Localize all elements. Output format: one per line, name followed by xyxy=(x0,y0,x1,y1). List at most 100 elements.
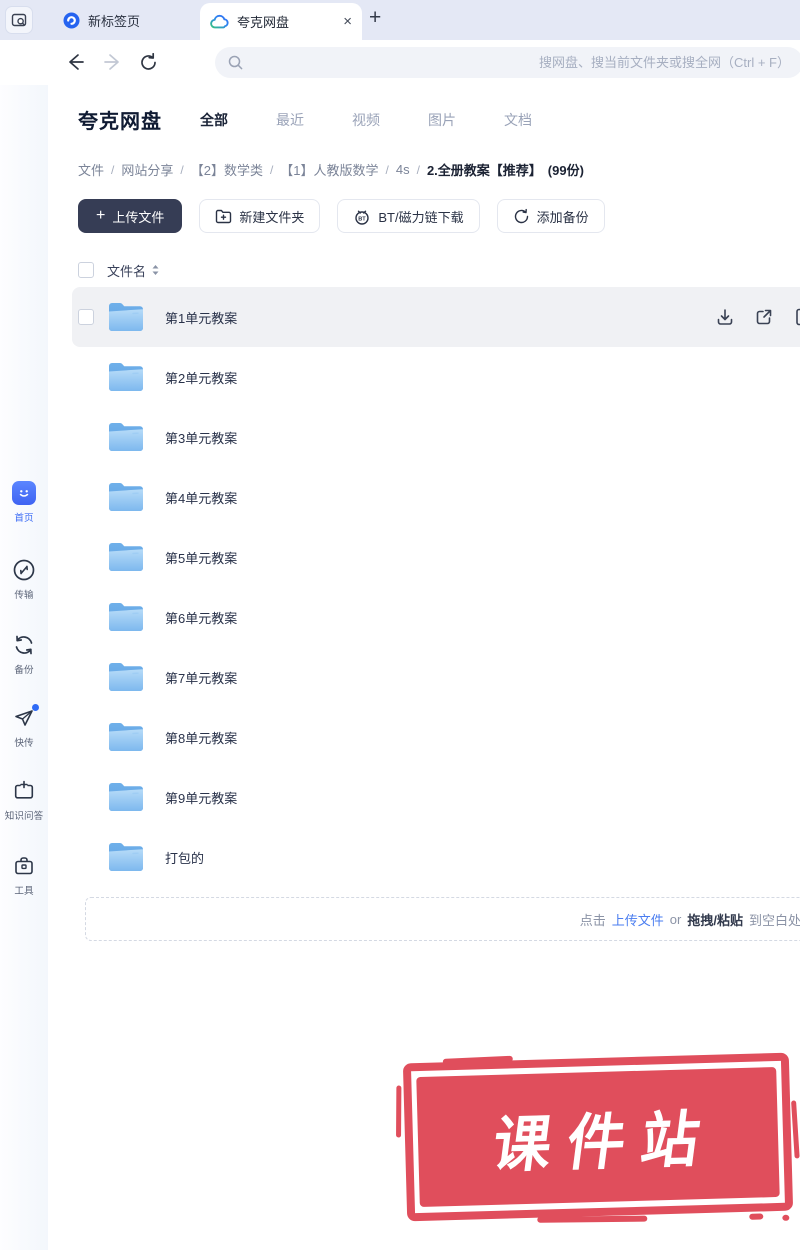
backup-sync-icon xyxy=(15,635,33,655)
folder-icon xyxy=(109,603,143,631)
browser-tab-quark-drive[interactable]: 夸克网盘 × xyxy=(200,3,362,40)
browser-toolbar xyxy=(0,40,800,85)
upload-file-link[interactable]: 上传文件 xyxy=(612,910,664,929)
sidebar-item-knowledge-qa[interactable]: 知识问答 xyxy=(0,779,48,822)
folder-icon xyxy=(109,843,143,871)
page-title: 夸克网盘 xyxy=(78,111,162,133)
button-label: 添加备份 xyxy=(536,209,589,225)
browser-tab-newtab[interactable]: 新标签页 xyxy=(63,0,140,40)
folder-name[interactable]: 第6单元教案 xyxy=(165,608,237,627)
tab-close-icon[interactable]: × xyxy=(343,14,352,29)
search-input[interactable] xyxy=(251,55,790,70)
file-row[interactable]: 第4单元教案 xyxy=(78,467,800,527)
filename-column-header: 文件名 xyxy=(107,263,147,279)
tab-recent[interactable]: 最近 xyxy=(276,110,304,130)
download-icon[interactable] xyxy=(715,307,735,327)
folder-icon xyxy=(109,483,143,511)
sidebar-item-home[interactable]: 首页 xyxy=(0,481,48,524)
breadcrumb-item[interactable]: 【2】数学类 xyxy=(191,160,263,179)
breadcrumb-item[interactable]: 网站分享 xyxy=(121,160,173,179)
folder-name[interactable]: 第4单元教案 xyxy=(165,488,237,507)
row-actions xyxy=(715,307,800,327)
notification-dot xyxy=(32,704,39,711)
page: 新标签页 夸克网盘 × + 搜网盘、搜当前文件夹或搜全网（Ctrl + F） 首… xyxy=(0,0,800,1250)
tab-document[interactable]: 文档 xyxy=(504,110,532,130)
new-tab-button[interactable]: + xyxy=(369,6,381,30)
file-row[interactable]: 第8单元教案 xyxy=(78,707,800,767)
folder-name[interactable]: 第7单元教案 xyxy=(165,668,237,687)
toolbox-icon xyxy=(15,857,33,875)
tab-all[interactable]: 全部 xyxy=(200,110,228,130)
file-row[interactable]: 第3单元教案 xyxy=(78,407,800,467)
folder-icon xyxy=(109,303,143,331)
button-label: 上传文件 xyxy=(112,209,165,225)
open-external-icon[interactable] xyxy=(754,307,774,327)
list-header: 文件名 xyxy=(78,257,800,283)
tab-search-button[interactable] xyxy=(5,6,33,34)
sidebar-item-quick-transfer[interactable]: 快传 xyxy=(0,704,48,749)
sidebar-label: 工具 xyxy=(14,886,34,897)
folder-name[interactable]: 第9单元教案 xyxy=(165,788,237,807)
hint-text: 到空白处上 xyxy=(748,912,800,928)
breadcrumb: 文件 / 网站分享 / 【2】数学类 / 【1】人教版数学 / 4s / 2.全… xyxy=(78,160,800,179)
folder-name[interactable]: 第1单元教案 xyxy=(165,308,237,327)
hint-text: or xyxy=(669,911,682,927)
folder-icon xyxy=(109,783,143,811)
file-row[interactable]: 第1单元教案 xyxy=(72,287,800,347)
sidebar: 首页 传输 备份 快传 知识问答 工具 xyxy=(0,85,48,1250)
sidebar-item-tools[interactable]: 工具 xyxy=(0,854,48,897)
button-label: BT/磁力链下载 xyxy=(378,209,464,225)
folder-icon xyxy=(109,423,143,451)
folder-name[interactable]: 打包的 xyxy=(165,848,204,867)
sidebar-label: 知识问答 xyxy=(4,811,44,822)
breadcrumb-current: 2.全册教案【推荐】 xyxy=(426,163,542,178)
item-count: (99份) xyxy=(547,163,584,178)
file-row[interactable]: 打包的 xyxy=(78,827,800,887)
breadcrumb-separator: / xyxy=(416,162,420,177)
filter-tabs: 全部 最近 视频 图片 文档 xyxy=(200,110,580,130)
file-row[interactable]: 第7单元教案 xyxy=(78,647,800,707)
refresh-icon[interactable] xyxy=(139,53,158,72)
save-to-drive-icon[interactable] xyxy=(793,307,800,327)
quark-browser-icon xyxy=(63,12,80,28)
breadcrumb-item[interactable]: 【1】人教版数学 xyxy=(280,160,378,179)
file-row[interactable]: 第6单元教案 xyxy=(78,587,800,647)
file-row[interactable]: 第5单元教案 xyxy=(78,527,800,587)
upload-dropzone[interactable]: 点击 上传文件 or 拖拽/粘贴 到空白处上 xyxy=(85,897,800,941)
tab-label: 夸克网盘 xyxy=(237,15,290,30)
file-row[interactable]: 第9单元教案 xyxy=(78,767,800,827)
sort-icon[interactable] xyxy=(151,264,160,276)
back-icon[interactable] xyxy=(66,53,85,71)
row-checkbox[interactable] xyxy=(78,309,94,325)
backup-circle-icon xyxy=(514,208,528,223)
tab-video[interactable]: 视频 xyxy=(352,110,380,130)
folder-name[interactable]: 第8单元教案 xyxy=(165,728,237,747)
folder-name[interactable]: 第2单元教案 xyxy=(165,368,237,387)
forward-icon[interactable] xyxy=(103,53,122,71)
tab-image[interactable]: 图片 xyxy=(428,110,456,130)
add-backup-button[interactable]: 添加备份 xyxy=(496,199,605,233)
breadcrumb-item[interactable]: 4s xyxy=(396,162,410,177)
home-icon xyxy=(12,481,36,505)
bt-magnet-download-button[interactable]: BT BT/磁力链下载 xyxy=(337,199,480,233)
svg-text:BT: BT xyxy=(359,216,367,222)
breadcrumb-item[interactable]: 文件 xyxy=(78,160,104,179)
hint-text: 点击 xyxy=(579,912,606,928)
file-row[interactable]: 第2单元教案 xyxy=(78,347,800,407)
tab-label: 新标签页 xyxy=(88,13,141,29)
folder-name[interactable]: 第5单元教案 xyxy=(165,548,237,567)
sidebar-item-backup[interactable]: 备份 xyxy=(0,633,48,676)
browser-tab-bar: 新标签页 夸克网盘 × + xyxy=(0,0,800,40)
select-all-checkbox[interactable] xyxy=(78,262,94,278)
action-bar: + 上传文件 新建文件夹 BT BT/磁力链下载 添加备份 xyxy=(78,199,800,233)
watermark-stamp: 课件站 xyxy=(402,1052,794,1223)
new-folder-button[interactable]: 新建文件夹 xyxy=(199,199,321,233)
drive-search-bar[interactable] xyxy=(215,47,800,78)
knowledge-qa-icon xyxy=(14,780,34,799)
upload-file-button[interactable]: + 上传文件 xyxy=(78,199,183,233)
sidebar-item-transfer[interactable]: 传输 xyxy=(0,558,48,601)
folder-icon xyxy=(109,723,143,751)
sidebar-label: 首页 xyxy=(14,513,34,524)
button-label: 新建文件夹 xyxy=(239,209,305,225)
folder-name[interactable]: 第3单元教案 xyxy=(165,428,237,447)
